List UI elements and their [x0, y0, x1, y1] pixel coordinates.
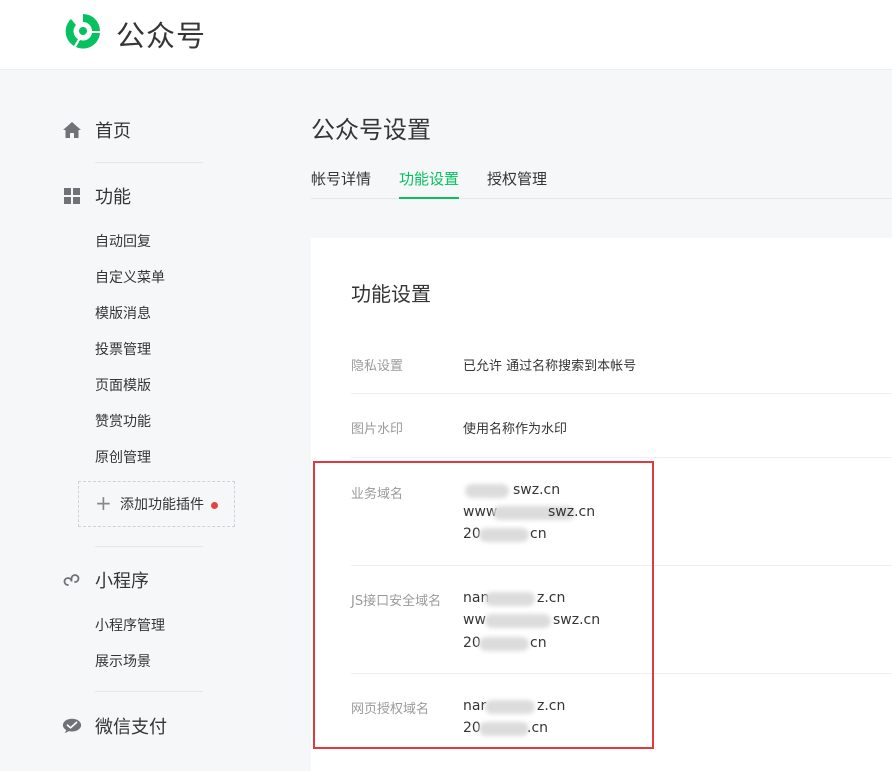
plus-icon: +: [95, 491, 112, 515]
image-watermark-label: 图片水印: [351, 422, 404, 437]
sidebar-item-features[interactable]: 功能: [62, 181, 131, 211]
sidebar-divider: [95, 546, 203, 547]
add-plugin-label: 添加功能插件: [120, 497, 204, 513]
js-safe-domain-label: JS接口安全域名: [351, 594, 442, 609]
card-title: 功能设置: [351, 282, 431, 306]
business-domain-label: 业务域名: [351, 487, 404, 502]
web-auth-domain-2: 20 .cn: [463, 720, 549, 736]
sidebar-item-label: 小程序: [95, 571, 149, 592]
sidebar: 首页 功能 自动回复 自定义菜单 模版消息 投票管理 页面模版 赞赏功能 原创管…: [0, 71, 300, 771]
sidebar-item-label: 功能: [95, 187, 131, 208]
sidebar-item-mini-program[interactable]: 小程序: [62, 565, 149, 595]
privacy-settings-label: 隐私设置: [351, 359, 404, 374]
web-auth-domain-label: 网页授权域名: [351, 702, 430, 717]
sidebar-item-wechat-pay[interactable]: 微信支付: [62, 711, 167, 741]
row-divider: [351, 393, 892, 394]
wechat-pay-icon: [62, 716, 82, 736]
sidebar-item-mini-program-management[interactable]: 小程序管理: [95, 615, 165, 635]
settings-tabs: 帐号详情 功能设置 授权管理: [311, 168, 892, 199]
sidebar-item-label: 首页: [95, 121, 131, 142]
row-divider: [351, 673, 892, 674]
image-watermark-value: 使用名称作为水印: [463, 422, 568, 437]
mini-program-icon: [62, 570, 82, 590]
sidebar-item-page-template[interactable]: 页面模版: [95, 375, 151, 395]
tab-account-details[interactable]: 帐号详情: [311, 168, 371, 199]
sidebar-item-reward[interactable]: 赞赏功能: [95, 411, 151, 431]
row-divider: [351, 565, 892, 566]
notification-dot: [211, 502, 218, 509]
sidebar-divider: [95, 691, 203, 692]
business-domain-3: 20 cn: [463, 526, 547, 542]
sidebar-item-original-management[interactable]: 原创管理: [95, 447, 151, 467]
js-safe-domain-2: ww swz.cn: [463, 612, 601, 628]
business-domain-2: www swz.cn: [463, 504, 596, 520]
web-auth-domain-1: nar z.cn: [463, 698, 566, 714]
js-safe-domain-3: 20 cn: [463, 635, 547, 651]
grid-icon: [62, 186, 82, 206]
privacy-settings-value: 已允许 通过名称搜索到本帐号: [463, 359, 637, 374]
top-bar: 公众号: [0, 0, 892, 70]
brand-title: 公众号: [116, 19, 207, 53]
tab-authorization-management[interactable]: 授权管理: [487, 168, 547, 199]
sidebar-item-custom-menu[interactable]: 自定义菜单: [95, 267, 165, 287]
row-divider: [351, 457, 892, 458]
sidebar-item-display-scenes[interactable]: 展示场景: [95, 651, 151, 671]
add-plugin-button[interactable]: + 添加功能插件: [78, 481, 235, 527]
sidebar-item-label: 微信支付: [95, 717, 167, 738]
feature-settings-card: 功能设置 隐私设置 已允许 通过名称搜索到本帐号 图片水印 使用名称作为水印 业…: [311, 238, 892, 771]
js-safe-domain-1: nan z.cn: [463, 590, 566, 606]
home-icon: [62, 120, 82, 140]
tab-feature-settings[interactable]: 功能设置: [399, 168, 460, 199]
page-title: 公众号设置: [311, 116, 431, 144]
sidebar-item-template-message[interactable]: 模版消息: [95, 303, 151, 323]
sidebar-divider: [95, 162, 203, 163]
sidebar-item-home[interactable]: 首页: [62, 115, 131, 145]
sidebar-item-auto-reply[interactable]: 自动回复: [95, 231, 151, 251]
wechat-official-account-logo-icon[interactable]: [62, 11, 104, 51]
sidebar-item-vote-management[interactable]: 投票管理: [95, 339, 151, 359]
